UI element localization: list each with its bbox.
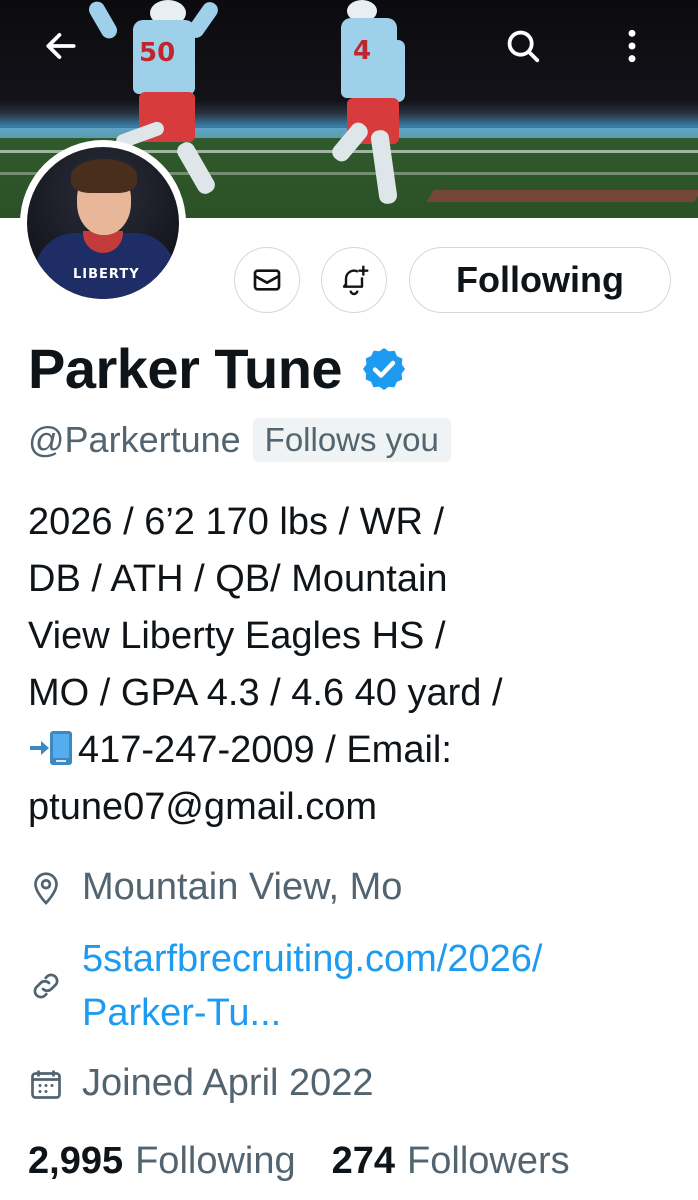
envelope-icon	[253, 269, 281, 291]
bio-line: 2026 / 6’2 170 lbs / WR /	[28, 501, 445, 543]
bio-line: DB / ATH / QB/ Mountain	[28, 558, 448, 600]
avatar-jersey-text: LIBERTY	[73, 267, 140, 282]
banner-jersey-number: 4	[353, 36, 372, 66]
bio-line: ptune07@gmail.com	[28, 786, 378, 828]
following-stat[interactable]: 2,995 Following	[28, 1140, 296, 1183]
notifications-button[interactable]	[321, 247, 387, 313]
bell-plus-icon	[342, 265, 369, 296]
bio-line: MO / GPA 4.3 / 4.6 40 yard /	[28, 672, 503, 714]
arrow-left-icon	[46, 33, 76, 59]
more-vertical-icon	[628, 29, 636, 63]
followers-stat[interactable]: 274 Followers	[332, 1140, 570, 1183]
profile-avatar[interactable]: LIBERTY	[20, 140, 186, 306]
following-label: Following	[135, 1140, 296, 1182]
message-button[interactable]	[234, 247, 300, 313]
link-icon	[33, 973, 59, 999]
followers-label: Followers	[407, 1140, 570, 1182]
bio-line: View Liberty Eagles HS /	[28, 615, 446, 657]
mobile-phone-arrow-icon	[28, 726, 74, 765]
bio-line-phone: 417-247-2009 / Email:	[28, 722, 668, 779]
follow-stats: 2,995 Following 274 Followers	[28, 1140, 606, 1183]
banner-jersey-number: 50	[139, 38, 176, 68]
profile-name-row: Parker Tune	[28, 336, 408, 401]
search-button[interactable]	[495, 18, 551, 74]
more-button[interactable]	[604, 18, 660, 74]
handle-row: @Parkertune Follows you	[28, 418, 451, 462]
display-name: Parker Tune	[28, 337, 343, 400]
follows-you-badge: Follows you	[252, 418, 451, 462]
website-link[interactable]: 5starfbrecruiting.com/2026/ Parker-Tu...	[82, 932, 542, 1040]
profile-bio: 2026 / 6’2 170 lbs / WR / DB / ATH / QB/…	[28, 494, 668, 836]
verified-badge-icon[interactable]	[360, 345, 408, 393]
calendar-icon	[31, 1070, 61, 1099]
location-text: Mountain View, Mo	[82, 866, 403, 908]
bio-phone-text: 417-247-2009 / Email:	[78, 729, 452, 771]
back-button[interactable]	[33, 18, 89, 74]
search-icon	[507, 30, 540, 63]
joined-date: Joined April 2022	[82, 1062, 374, 1104]
website-link-line: Parker-Tu...	[82, 992, 282, 1034]
location-pin-icon	[34, 871, 58, 905]
avatar-photo: LIBERTY	[27, 147, 179, 299]
banner-endzone	[426, 190, 698, 202]
website-link-line: 5starfbrecruiting.com/2026/	[82, 938, 543, 980]
user-handle: @Parkertune	[28, 419, 241, 460]
joined-row: Joined April 2022	[28, 1062, 374, 1105]
following-count: 2,995	[28, 1140, 124, 1182]
following-button[interactable]: Following	[409, 247, 671, 313]
followers-count: 274	[331, 1140, 396, 1182]
location-row: Mountain View, Mo	[28, 866, 402, 909]
website-row[interactable]: 5starfbrecruiting.com/2026/ Parker-Tu...	[28, 932, 542, 1040]
